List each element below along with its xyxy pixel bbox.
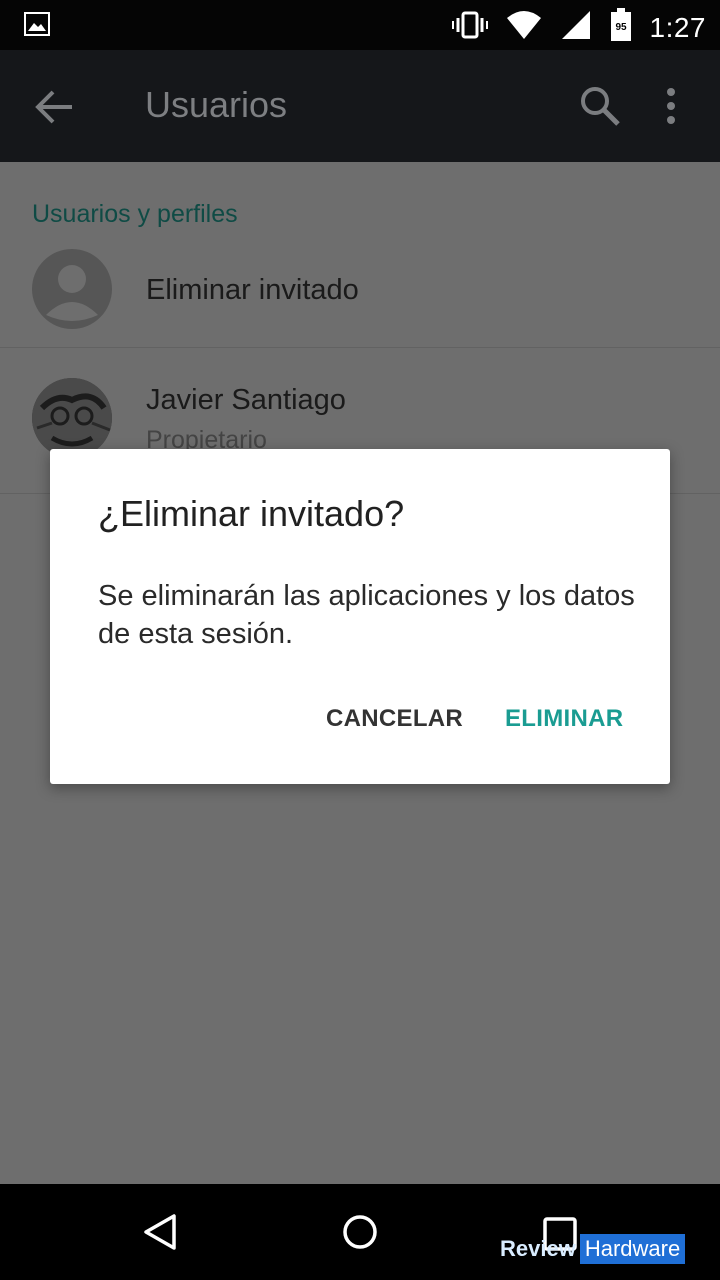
app-toolbar: Usuarios [0, 50, 720, 162]
list-item-title: Eliminar invitado [146, 274, 359, 306]
confirm-delete-button[interactable]: ELIMINAR [505, 705, 623, 733]
image-icon [24, 12, 50, 41]
confirm-dialog: ¿Eliminar invitado? Se eliminarán las ap… [50, 449, 670, 784]
dialog-message: Se eliminarán las aplicaciones y los dat… [98, 580, 635, 650]
cancel-button[interactable]: CANCELAR [326, 705, 463, 733]
battery-level: 95 [615, 22, 627, 33]
list-item-remove-guest[interactable]: Eliminar invitado [0, 202, 720, 348]
guest-avatar-icon [32, 249, 112, 329]
vibrate-icon [451, 10, 488, 45]
battery-icon: 95 [610, 8, 632, 47]
user-avatar [32, 378, 112, 458]
watermark-part2: Hardware [579, 1234, 686, 1264]
search-icon[interactable] [576, 82, 624, 130]
navigation-bar [0, 1184, 720, 1280]
list-item-title: Javier Santiago [146, 384, 346, 416]
back-arrow-icon[interactable] [32, 84, 78, 130]
dialog-title: ¿Eliminar invitado? [98, 493, 405, 534]
more-vert-icon[interactable] [656, 84, 686, 128]
page-title: Usuarios [145, 84, 288, 125]
watermark-logo: Review Hardware [500, 1234, 686, 1264]
nav-home-icon[interactable] [340, 1212, 380, 1252]
watermark-part1: Review [500, 1236, 576, 1261]
wifi-icon [506, 10, 542, 45]
signal-icon [560, 10, 592, 45]
nav-back-icon[interactable] [140, 1212, 180, 1252]
status-bar: 95 1:27 [0, 0, 720, 50]
status-time: 1:27 [649, 11, 706, 43]
